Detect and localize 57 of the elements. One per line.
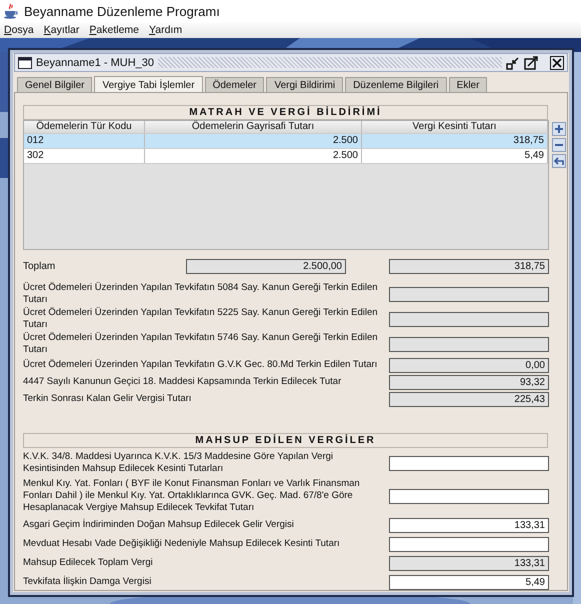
maximize-icon[interactable] <box>524 56 538 70</box>
minimize-icon[interactable] <box>506 56 520 70</box>
amount-field: 93,32 <box>389 374 549 390</box>
field-label: Mahsup Edilecek Toplam Vergi <box>23 557 154 569</box>
amount-field: 0,00 <box>389 358 549 372</box>
coffee-cup-icon <box>3 3 19 19</box>
amount-field: 225,43 <box>389 392 549 406</box>
amount-field[interactable] <box>389 456 549 470</box>
tax-total-field: 318,75 <box>389 258 549 274</box>
tab[interactable]: Genel Bilgiler <box>17 77 92 92</box>
field-label: Tevkifata İlişkin Damga Vergisi <box>23 576 152 588</box>
table-row[interactable]: 012 2.500 318,75 <box>24 134 548 149</box>
tab[interactable]: Ekler <box>448 77 488 92</box>
table-cell: 012 <box>24 134 145 148</box>
field-label: Mevduat Hesabı Vade Değişikliği Nedeniyle Mahsup Edilecek Kesinti Tutarı <box>23 538 341 550</box>
field-label: Menkul Kıy. Yat. Fonları ( BYF ile Konut Finansman Fonları ve Varlık Finansman Fonları Dahil ) ile Menkul Kıy. Yat. Ortaklıklarınca GVK. Geç. Mad. 67/8'e Göre Hesaplanacak Vergiye Mahsup Edilecek Tevkifat Tutarı <box>23 478 361 514</box>
field-label: Asgari Geçim İndiriminden Doğan Mahsup Edilecek Gelir Vergisi <box>23 519 295 531</box>
column-header[interactable]: Ödemelerin Tür Kodu <box>24 121 145 133</box>
menu-item[interactable]: Yardım <box>149 24 182 36</box>
menu-item[interactable]: Dosya <box>4 24 34 36</box>
close-icon[interactable] <box>550 56 564 70</box>
window-title: Beyanname1 - MUH_30 <box>36 56 154 68</box>
column-header[interactable]: Ödemelerin Gayrisafi Tutarı <box>145 121 362 133</box>
field-label: Terkin Sonrası Kalan Gelir Vergisi Tutarı <box>23 393 192 405</box>
tab[interactable]: Ödemeler <box>204 77 264 92</box>
field-label: 4447 Sayılı Kanunun Geçici 18. Maddesi Kapsamında Terkin Edilecek Tutar <box>23 376 342 388</box>
field-label: K.V.K. 34/8. Maddesi Uyarınca K.V.K. 15/3 Maddesine Göre Yapılan Vergi Kesintisinden Mahsup Edilecek Kesinti Tutarları <box>23 451 334 475</box>
amount-field: 133,31 <box>389 556 549 570</box>
field-label: Ücret Ödemeleri Üzerinden Yapılan Tevkifatın 5225 Say. Kanun Gereği Terkin Edilen Tutarı <box>23 307 379 331</box>
amount-field[interactable]: 5,49 <box>389 574 549 590</box>
window-icon <box>18 56 32 68</box>
add-row-icon[interactable] <box>552 122 566 136</box>
section-heading: MAHSUP EDİLEN VERGİLER <box>23 433 548 448</box>
app-title: Beyanname Düzenleme Programı <box>24 4 220 18</box>
amount-field[interactable]: 133,31 <box>389 518 549 532</box>
field-label: Ücret Ödemeleri Üzerinden Yapılan Tevkifatın 5746 Say. Kanun Gereği Terkin Edilen Tutarı <box>23 332 379 356</box>
amount-field[interactable] <box>389 536 549 552</box>
tab[interactable]: Vergiye Tabi İşlemler <box>94 76 203 92</box>
gross-total-field: 2.500,00 <box>186 258 346 274</box>
remove-row-icon[interactable] <box>552 138 566 152</box>
tab[interactable]: Vergi Bildirimi <box>266 77 344 92</box>
field-label: Ücret Ödemeleri Üzerinden Yapılan Tevkifatın G.V.K Gec. 80.Md Terkin Edilen Tutarı <box>23 359 378 371</box>
table-cell: 318,75 <box>362 134 548 148</box>
tab[interactable]: Düzenleme Bilgileri <box>345 77 447 92</box>
section-heading: MATRAH VE VERGİ BİLDİRİMİ <box>23 105 548 120</box>
field-label: Ücret Ödemeleri Üzerinden Yapılan Tevkifatın 5084 Say. Kanun Gereği Terkin Edilen Tutarı <box>23 282 379 306</box>
menu-item[interactable]: Paketleme <box>89 24 140 36</box>
table-cell: 2.500 <box>145 134 362 148</box>
table-cell: 5,49 <box>362 149 548 163</box>
table-cell: 302 <box>24 149 145 163</box>
total-label: Toplam <box>23 260 56 272</box>
menu-item[interactable]: Kayıtlar <box>44 24 80 36</box>
column-header[interactable]: Vergi Kesinti Tutarı <box>362 121 548 133</box>
amount-field[interactable] <box>389 488 549 504</box>
table-row[interactable]: 302 2.500 5,49 <box>24 149 548 164</box>
undo-icon[interactable] <box>552 154 566 168</box>
table-cell: 2.500 <box>145 149 362 163</box>
